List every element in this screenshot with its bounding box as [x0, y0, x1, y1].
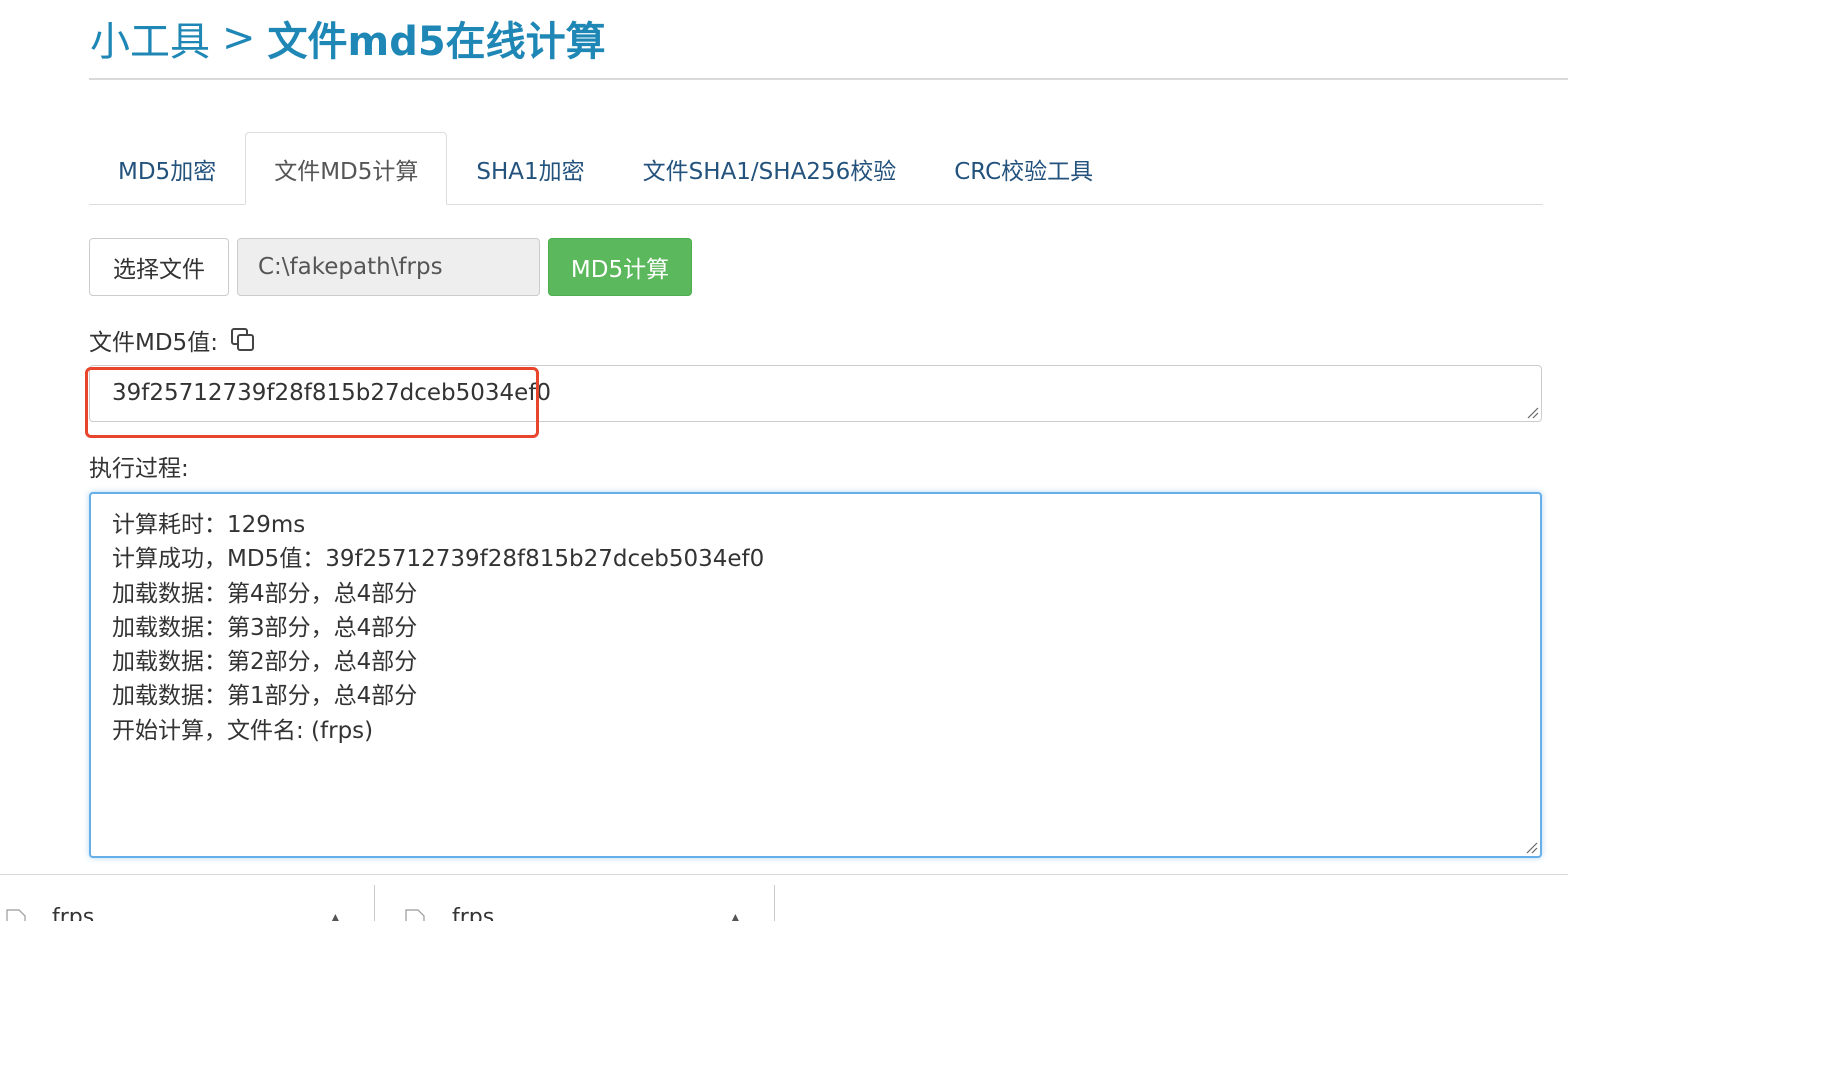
file-icon	[405, 909, 425, 921]
log-line: 加载数据：第4部分，总4部分	[112, 580, 418, 607]
process-label: 执行过程:	[89, 456, 189, 482]
tab-file-md5[interactable]: 文件MD5计算	[245, 132, 448, 205]
download-name: frps	[52, 905, 95, 921]
download-bar: frps ▲ frps ▲	[0, 874, 1568, 921]
md5-compute-button[interactable]: MD5计算	[548, 238, 692, 296]
breadcrumb-root[interactable]: 小工具	[90, 9, 210, 67]
chevron-up-icon[interactable]: ▲	[730, 911, 741, 921]
log-line: 计算耗时：129ms	[112, 512, 306, 538]
tab-label: 文件SHA1/SHA256校验	[642, 158, 897, 185]
md5-result-label-row: 文件MD5值:	[89, 322, 256, 358]
breadcrumb-current: 文件md5在线计算	[267, 19, 606, 65]
download-item[interactable]: frps ▲	[0, 875, 374, 921]
log-line: 开始计算，文件名: (frps)	[112, 717, 374, 744]
tab-label: 文件MD5计算	[274, 158, 419, 185]
log-line: 加载数据：第1部分，总4部分	[112, 683, 418, 710]
page: 小工具 > 文件md5在线计算 MD5加密 文件MD5计算 SHA1加密 文件S…	[0, 0, 1568, 921]
file-picker-row: 选择文件 C:\fakepath\frps MD5计算	[89, 238, 692, 296]
tab-label: CRC校验工具	[954, 158, 1094, 185]
title-divider	[89, 78, 1568, 80]
tab-sha1-encrypt[interactable]: SHA1加密	[447, 132, 613, 204]
md5-result-value: 39f25712739f28f815b27dceb5034ef0	[112, 380, 552, 406]
tab-crc[interactable]: CRC校验工具	[925, 132, 1122, 204]
file-path-field: C:\fakepath\frps	[237, 238, 540, 296]
process-log-textarea[interactable]: 计算耗时：129ms 计算成功，MD5值：39f25712739f28f815b…	[89, 492, 1542, 858]
copy-icon[interactable]	[230, 327, 256, 353]
page-title: 小工具 > 文件md5在线计算	[90, 8, 606, 68]
file-icon	[6, 909, 26, 921]
tab-label: SHA1加密	[476, 158, 585, 185]
download-item[interactable]: frps ▲	[375, 875, 749, 921]
md5-result-textarea[interactable]: 39f25712739f28f815b27dceb5034ef0	[89, 365, 1542, 422]
log-line: 加载数据：第3部分，总4部分	[112, 614, 418, 641]
tab-file-sha[interactable]: 文件SHA1/SHA256校验	[614, 132, 926, 204]
process-label-row: 执行过程:	[89, 448, 189, 484]
choose-file-button[interactable]: 选择文件	[89, 238, 229, 296]
process-log-lines: 计算耗时：129ms 计算成功，MD5值：39f25712739f28f815b…	[112, 508, 764, 748]
resize-grip-icon[interactable]	[1527, 407, 1539, 419]
download-divider	[774, 885, 775, 921]
download-name: frps	[452, 905, 495, 921]
chevron-up-icon[interactable]: ▲	[330, 911, 341, 921]
tab-md5-encrypt[interactable]: MD5加密	[89, 132, 245, 204]
resize-grip-icon[interactable]	[1526, 842, 1538, 854]
tool-tabs: MD5加密 文件MD5计算 SHA1加密 文件SHA1/SHA256校验 CRC…	[89, 132, 1543, 205]
log-line: 计算成功，MD5值：39f25712739f28f815b27dceb5034e…	[112, 546, 765, 573]
tab-label: MD5加密	[118, 158, 217, 185]
md5-result-label: 文件MD5值:	[89, 330, 218, 356]
log-line: 加载数据：第2部分，总4部分	[112, 649, 418, 676]
breadcrumb-separator: >	[222, 15, 256, 61]
